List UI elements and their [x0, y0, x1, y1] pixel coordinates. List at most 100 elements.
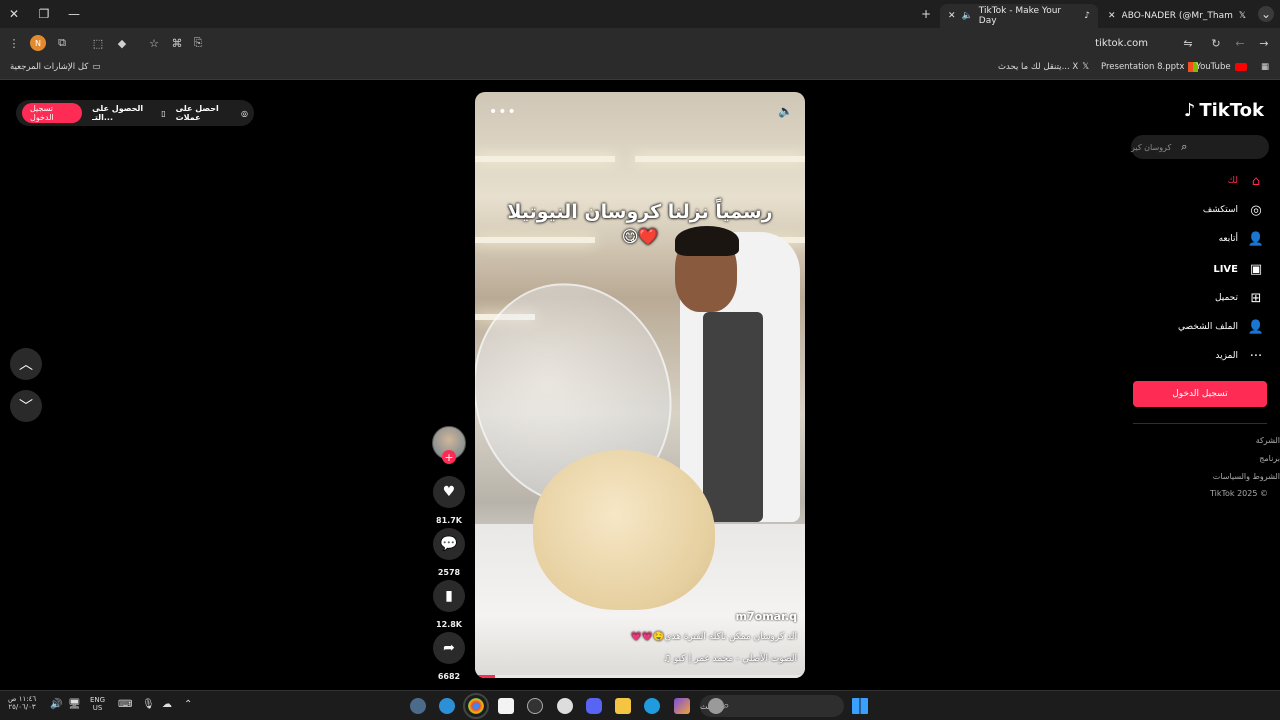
bookmark-presentation[interactable]: Presentation 8.pptx — [1101, 62, 1199, 72]
back-icon[interactable]: → — [1256, 35, 1272, 51]
video-player[interactable]: ••• 🔈 رسمياً نزلنا كروسان النيوتيلا ❤️😋 … — [475, 92, 805, 678]
url-text: tiktok.com — [1095, 37, 1148, 49]
sidebar-item-profile[interactable]: 👤 الملف الشخصي — [1178, 319, 1264, 335]
header-actions: تسجيل الدخول الحصول على التـ... ▯ احصل ع… — [16, 100, 254, 126]
next-video-button[interactable]: ﹀ — [10, 390, 42, 422]
video-progress-bar[interactable] — [475, 675, 805, 678]
cloud-tray-icon[interactable]: ☁ — [162, 699, 172, 711]
discord-app-icon[interactable] — [586, 698, 602, 714]
video-description: الد كروسان ممكن تاكله الفترة هذي🤤💗💗 — [630, 632, 797, 642]
restore-window-icon[interactable]: ❐ — [36, 6, 52, 22]
search-icon: ⌕ — [723, 699, 730, 712]
sidebar-item-explore[interactable]: ◎ استكشف — [1203, 202, 1264, 218]
tiktok-logo[interactable]: ♪ TikTok — [1184, 100, 1264, 121]
volume-tray-icon[interactable]: 🔊 — [50, 699, 62, 711]
bookmark-x[interactable]: يتنقل لك ما يحدث... X 𝕏 — [998, 62, 1089, 72]
video-scene-dough — [533, 450, 715, 610]
share-arrow-icon[interactable]: ➦ — [433, 632, 465, 664]
save-action[interactable]: ▮ 12.8K — [432, 580, 466, 629]
menu-icon[interactable]: ⋮ — [6, 35, 22, 51]
site-settings-icon[interactable]: ⇋ — [1180, 35, 1196, 51]
sidebar-item-upload[interactable]: ⊞ تحميل — [1215, 290, 1264, 306]
profile-avatar-icon[interactable]: N — [30, 35, 46, 51]
follow-plus-icon[interactable]: + — [442, 450, 456, 464]
sidebar-item-following[interactable]: 👤 أتابعه — [1219, 231, 1265, 247]
tab-title: ABO-NADER (@Mr_Thamer106 — [1121, 11, 1233, 21]
search-icon[interactable]: ⌕ — [1181, 140, 1187, 154]
gear-app-icon[interactable] — [557, 698, 573, 714]
clock-app-icon[interactable] — [527, 698, 543, 714]
windows-start-icon[interactable] — [852, 698, 868, 714]
bookmarks-bar: كل الإشارات المرجعية ▭ يتنقل لك ما يحدث.… — [0, 58, 1280, 80]
share-action[interactable]: ➦ 6682 — [432, 632, 466, 681]
comment-action[interactable]: 💬 2578 — [432, 528, 466, 577]
diamond-icon[interactable]: ◆ — [114, 35, 130, 51]
volume-icon[interactable]: 🔈 — [778, 104, 793, 118]
following-icon: 👤 — [1247, 231, 1265, 247]
tab-audio-icon: 🔈 — [961, 11, 973, 21]
tab-close-icon[interactable]: ✕ — [1108, 11, 1116, 21]
chrome-app-icon[interactable] — [463, 693, 489, 719]
home-icon: ⌂ — [1251, 173, 1261, 189]
comment-icon[interactable]: 💬 — [433, 528, 465, 560]
video-more-options-icon[interactable]: ••• — [489, 104, 517, 120]
tiktok-page: تسجيل الدخول الحصول على التـ... ▯ احصل ع… — [0, 80, 1280, 690]
apps-grid-icon[interactable]: ▦ — [1261, 62, 1269, 72]
video-music[interactable]: الصوت الأصلي - محمد عمر | كيو ♫ — [487, 654, 797, 664]
puzzle-icon[interactable]: ⬚ — [90, 35, 106, 51]
like-count: 81.7K — [436, 516, 462, 525]
bookmark-youtube[interactable]: YouTube — [1196, 62, 1247, 72]
edge-browser-icon[interactable] — [644, 698, 660, 714]
file-explorer-icon[interactable] — [615, 698, 631, 714]
microphone-tray-icon[interactable]: 🎙 — [142, 699, 155, 711]
extension-icon[interactable]: ⧉ — [54, 35, 70, 51]
sidebar-item-more[interactable]: ··· المزيد — [1215, 348, 1264, 364]
like-action[interactable]: ♥ 81.7K — [432, 476, 466, 525]
clock[interactable]: ١١:٤٦ ص ٢٥/٠٦/٠٣ — [8, 695, 36, 712]
bookmark-icon[interactable]: ▮ — [433, 580, 465, 612]
sidebar-login-button[interactable]: تسجيل الدخول — [1133, 381, 1267, 407]
sidebar-divider — [1133, 423, 1267, 424]
tab-tiktok[interactable]: ✕ 🔈 TikTok - Make Your Day ♪ — [940, 4, 1098, 28]
footer-link-program[interactable]: برنامج — [1259, 454, 1280, 463]
share-count: 6682 — [437, 672, 461, 681]
forward-icon[interactable]: ← — [1232, 35, 1248, 51]
search-input[interactable]: ⌕ كروسان كير — [1131, 135, 1269, 159]
tab-close-icon[interactable]: ✕ — [948, 11, 956, 21]
music-note-icon: ♫ — [662, 654, 671, 664]
store-app-icon[interactable] — [498, 698, 514, 714]
windows-taskbar: ١١:٤٦ ص ٢٥/٠٦/٠٣ 🔊 🖥 ENG US ⌨ 🎙 ☁ ⌃ ⌕ بح… — [0, 690, 1280, 720]
language-indicator[interactable]: ENG US — [90, 696, 105, 713]
get-coins-link[interactable]: احصل على عملات ◎ — [176, 104, 248, 122]
copilot-app-icon[interactable] — [674, 698, 690, 714]
compass-icon: ◎ — [1250, 202, 1262, 218]
keyboard-tray-icon[interactable]: ⌨ — [118, 699, 132, 711]
heart-icon[interactable]: ♥ — [433, 476, 465, 508]
all-bookmarks-link[interactable]: كل الإشارات المرجعية ▭ — [10, 62, 100, 72]
video-overlay-caption: رسمياً نزلنا كروسان النيوتيلا ❤️😋 — [507, 201, 773, 246]
settings-app-icon[interactable] — [410, 698, 426, 714]
network-tray-icon[interactable]: 🖥 — [68, 699, 81, 711]
video-scene-apron — [703, 312, 763, 522]
phone-icon: ▯ — [161, 108, 166, 118]
edge-app-icon[interactable] — [439, 698, 455, 714]
minimize-window-icon[interactable]: — — [66, 6, 82, 22]
get-app-link[interactable]: الحصول على التـ... ▯ — [92, 104, 165, 122]
tab-abo-nader[interactable]: ✕ ABO-NADER (@Mr_Thamer106 𝕏 — [1100, 4, 1254, 28]
header-login-button[interactable]: تسجيل الدخول — [22, 103, 83, 123]
footer-link-terms[interactable]: الشروط والسياسات — [1213, 472, 1280, 481]
reload-icon[interactable]: ↻ — [1208, 35, 1224, 51]
sidebar-item-for-you[interactable]: ⌂ لك — [1228, 173, 1264, 189]
new-tab-icon[interactable]: + — [918, 6, 934, 22]
tab-search-icon[interactable]: ⌄ — [1258, 6, 1274, 22]
chevron-down-icon: ﹀ — [19, 399, 33, 415]
footer-link-company[interactable]: الشركة — [1256, 436, 1280, 445]
sidebar-item-live[interactable]: ▣ LIVE — [1213, 261, 1264, 277]
address-bar[interactable]: tiktok.com — [140, 32, 1204, 54]
show-hidden-icons[interactable]: ⌃ — [184, 699, 192, 711]
video-scene-shelf — [475, 156, 615, 162]
video-author[interactable]: m7omar.q — [736, 610, 797, 623]
previous-video-button[interactable]: ︿ — [10, 348, 42, 380]
search-highlight-icon — [708, 698, 724, 714]
close-window-icon[interactable]: ✕ — [6, 6, 22, 22]
